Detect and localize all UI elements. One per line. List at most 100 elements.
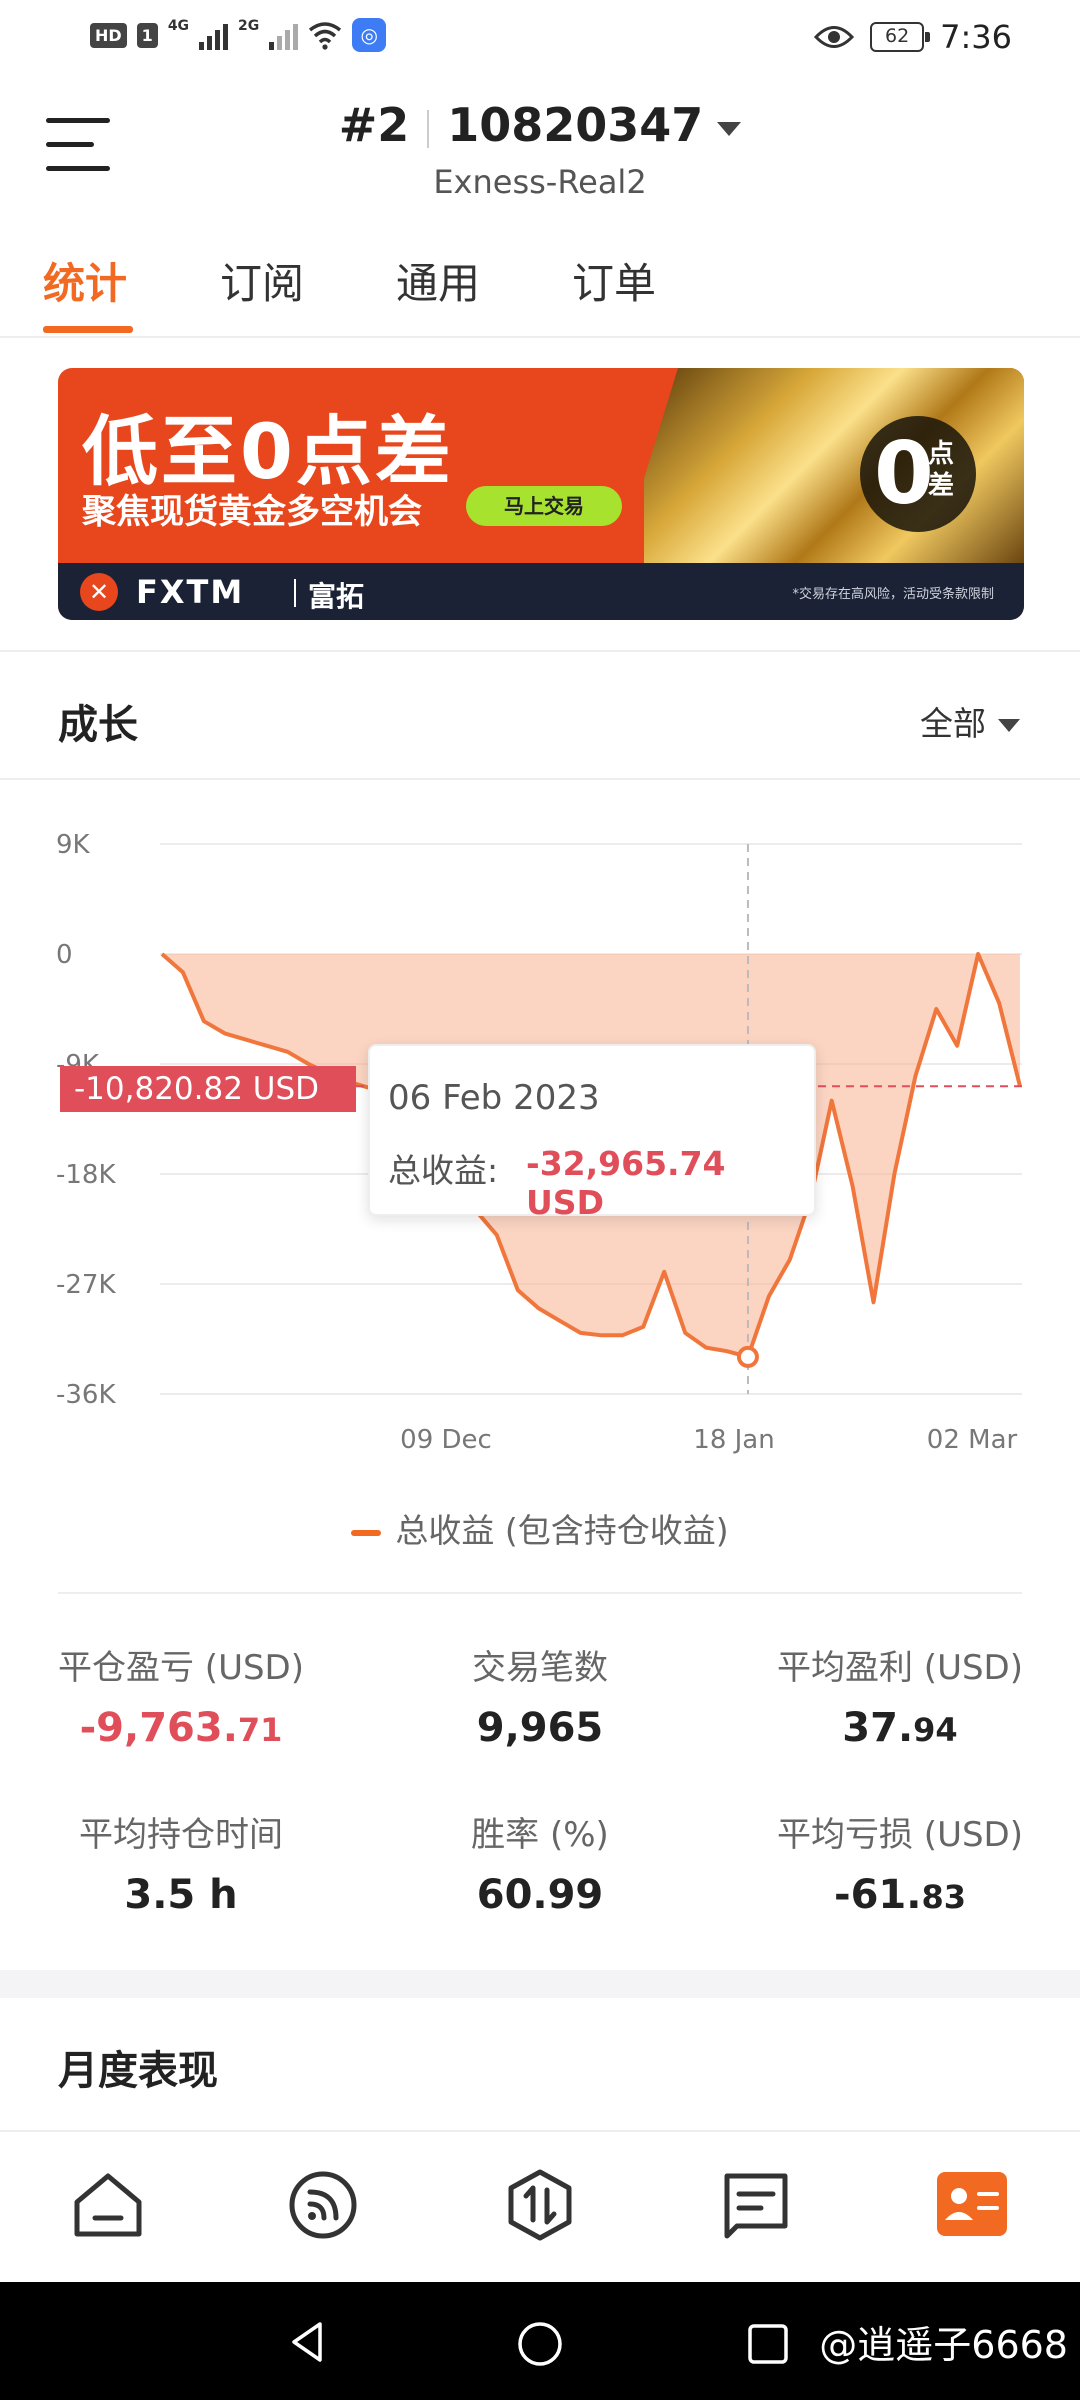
range-label: 全部 [920,704,986,743]
signal-icon [199,20,229,50]
stat-value-int: -61. [834,1872,922,1918]
chart-tooltip: 06 Feb 2023 总收益: -32,965.74 USD [368,1044,816,1222]
section-divider [58,1592,1022,1594]
y-axis-ticks: 9K0-9K-18K-27K-36K [56,830,116,1410]
section-divider [0,650,1080,652]
home-icon[interactable] [67,2164,149,2246]
brand-name-cn: 富拓 [308,580,365,613]
x-tick-label: 02 Mar [927,1425,1018,1455]
stat-value-int: 9,965 [476,1705,604,1751]
growth-title: 成长 [58,702,138,748]
network-type-2: 2G [238,18,260,34]
section-divider [0,778,1080,780]
tab-bar: 统计 订阅 通用 订单 [0,250,1080,338]
stat-label: 平均亏损 (USD) [777,1815,1023,1855]
stat-value: 3.5 h [11,1872,351,1918]
fxtm-logo-icon: ✕ [80,573,118,611]
app-notification-icon: ◎ [352,18,387,52]
range-selector[interactable]: 全部 [920,697,1020,745]
stat-value-dec: 94 [913,1711,958,1749]
chart-legend[interactable]: 总收益 (包含持仓收益) [0,1504,1080,1552]
active-tab-indicator [43,326,133,333]
battery-icon: 62 [870,22,931,52]
section-gap [0,1970,1080,1998]
y-tick-label: -27K [56,1270,116,1300]
tooltip-date: 06 Feb 2023 [388,1078,600,1118]
brand-divider [294,579,296,607]
profile-card-icon[interactable] [931,2164,1013,2246]
feed-icon[interactable] [282,2164,364,2246]
current-value-tag: -10,820.82 USD [60,1066,356,1112]
signal-icon-2 [269,20,299,50]
hd-indicator: HD [90,22,127,48]
badge-text: 点差 [928,439,955,501]
stat-trade-count: 交易笔数 9,965 [370,1640,710,1751]
selected-point-marker [736,1345,759,1368]
tab-general[interactable]: 通用 [396,250,480,311]
promo-banner[interactable]: 低至0点差 聚焦现货黄金多空机会 马上交易 0 点差 ✕ FXTM 富拓 *交易… [58,368,1024,620]
message-icon[interactable] [715,2164,797,2246]
stat-label: 交易笔数 [472,1648,608,1688]
recents-icon[interactable] [746,2322,790,2366]
x-tick-label: 18 Jan [693,1425,774,1455]
stat-value: 37.94 [730,1705,1070,1751]
home-button-icon[interactable] [516,2320,564,2368]
tooltip-label: 总收益: [388,1151,499,1190]
account-number: 10820347 [447,98,704,152]
chevron-down-icon [717,121,742,136]
zero-spread-badge: 0 点差 [860,416,976,532]
stat-avg-profit: 平均盈利 (USD) 37.94 [730,1640,1070,1751]
legend-swatch [351,1529,382,1536]
watermark: @逍遥子6668 [819,2323,1068,2367]
back-icon[interactable] [286,2320,330,2364]
banner-edge [618,368,678,563]
clock: 7:36 [940,18,1012,56]
banner-footer: ✕ FXTM 富拓 *交易存在高风险，活动受条款限制 [58,563,1024,620]
monthly-title: 月度表现 [58,2048,218,2094]
stat-win-rate: 胜率 (%) 60.99 [370,1807,710,1918]
tab-subscribe[interactable]: 订阅 [220,250,304,311]
x-axis-ticks: 09 Dec 18 Jan 02 Mar [400,1425,1017,1455]
stat-closed-pnl: 平仓盈亏 (USD) -9,763.71 [11,1640,351,1751]
account-selector[interactable]: #2 10820347 [0,98,1080,152]
sim-indicator: 1 [136,22,158,48]
stat-value-int: -9,763. [79,1705,238,1751]
wifi-icon [309,22,342,50]
stat-value: 60.99 [370,1872,710,1918]
legend-label: 总收益 (包含持仓收益) [395,1511,729,1550]
x-tick-label: 09 Dec [400,1425,492,1455]
stat-value-int: 60.99 [476,1872,604,1918]
account-index: #2 [338,98,410,152]
y-tick-label: -36K [56,1380,116,1410]
stat-label: 平均持仓时间 [79,1815,283,1855]
stat-value: 9,965 [370,1705,710,1751]
risk-note: *交易存在高风险，活动受条款限制 [792,587,994,602]
banner-subline: 聚焦现货黄金多空机会 [82,492,422,532]
network-type-1: 4G [167,18,190,34]
stat-value: -61.83 [730,1872,1070,1918]
tooltip-value: -32,965.74 USD [526,1144,726,1222]
badge-number: 0 [874,424,934,524]
stat-value-int: 37. [842,1705,914,1751]
y-tick-label: 0 [56,940,73,970]
stat-avg-loss: 平均亏损 (USD) -61.83 [730,1807,1070,1918]
y-tick-label: -18K [56,1160,116,1190]
tab-stats[interactable]: 统计 [43,250,127,311]
stat-value-dec: 83 [921,1878,966,1916]
server-name: Exness-Real2 [433,163,647,201]
trade-now-button[interactable]: 马上交易 [466,486,622,526]
stat-avg-hold-time: 平均持仓时间 3.5 h [11,1807,351,1918]
stat-label: 平仓盈亏 (USD) [58,1648,304,1688]
tab-orders[interactable]: 订单 [572,250,656,311]
eye-comfort-icon [814,26,855,48]
system-nav-bar: @逍遥子6668 [0,2282,1080,2400]
chevron-down-icon [998,719,1020,732]
stat-value: -9,763.71 [11,1705,351,1751]
trade-icon[interactable] [499,2164,581,2246]
status-bar: HD 1 4G 2G ◎ 62 7:36 [0,0,1080,80]
stat-label: 平均盈利 (USD) [777,1648,1023,1688]
brand-name: FXTM [136,573,245,611]
y-tick-label: 9K [56,830,91,860]
stat-value-int: 3.5 h [124,1872,238,1918]
stat-value-dec: 71 [237,1711,283,1749]
